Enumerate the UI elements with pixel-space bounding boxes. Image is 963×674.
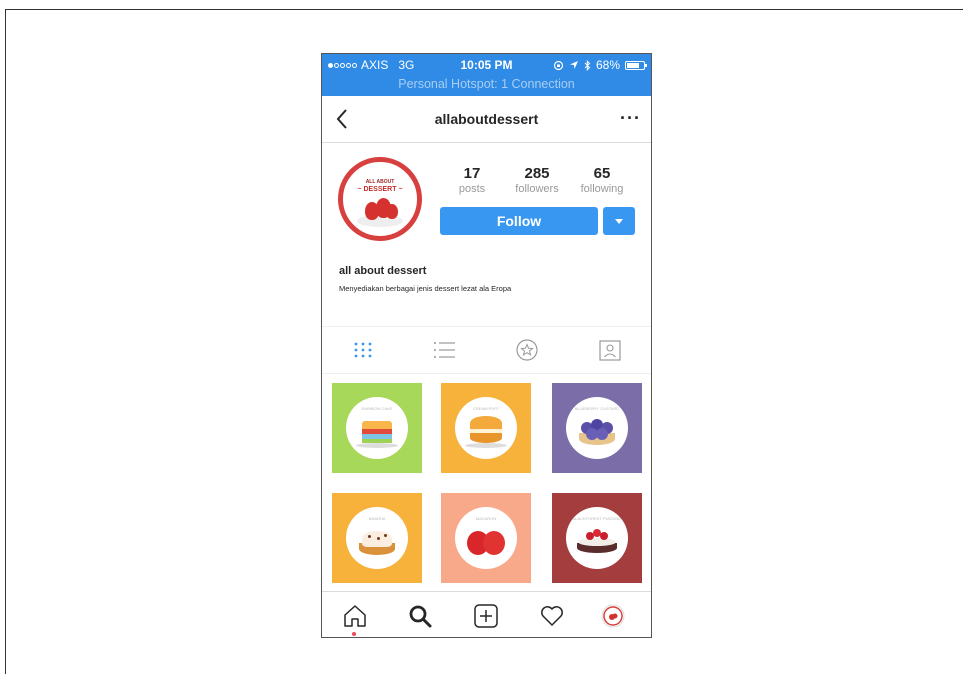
grid-icon[interactable] — [351, 339, 375, 361]
post-image: BAVARIA — [346, 507, 408, 569]
profile-stats: 17 posts 285 followers 65 following — [440, 165, 640, 195]
post-image: MACARON — [455, 507, 517, 569]
page-title: allaboutdessert — [434, 111, 539, 127]
post-caption: RAINBOW CAKE — [361, 406, 393, 411]
hotspot-banner[interactable]: Personal Hotspot: 1 Connection — [322, 77, 651, 91]
post-tile[interactable]: RAINBOW CAKE — [332, 383, 422, 473]
tagged-person-icon[interactable] — [598, 339, 622, 361]
search-icon[interactable] — [407, 603, 433, 629]
following-label: following — [580, 183, 624, 195]
stat-following[interactable]: 65 following — [567, 165, 637, 196]
profile-avatar[interactable]: ALL ABOUT ~ DESSERT ~ — [338, 157, 422, 241]
heart-icon[interactable] — [539, 603, 565, 629]
status-right: 68% — [553, 58, 647, 72]
followers-count: 285 — [524, 165, 550, 182]
stat-followers[interactable]: 285 followers — [502, 165, 572, 196]
profile-bio: Menyediakan berbagai jenis dessert lezat… — [339, 284, 512, 293]
post-tile[interactable]: MACARON — [441, 493, 531, 583]
strawberry-icon — [386, 204, 398, 219]
posts-grid: RAINBOW CAKE CREAM PUFF BLUEBERRY CUSTAR… — [322, 373, 651, 593]
post-caption: MACARON — [475, 516, 497, 521]
post-tile[interactable]: CREAM PUFF — [441, 383, 531, 473]
post-caption: BLUEBERRY CUSTARD — [574, 406, 620, 411]
post-caption: BLACKFOREST PUDDING — [572, 516, 622, 521]
avatar-icon[interactable] — [600, 603, 626, 629]
stat-posts[interactable]: 17 posts — [437, 165, 507, 196]
post-tile[interactable]: BAVARIA — [332, 493, 422, 583]
post-tile[interactable]: BLUEBERRY CUSTARD — [552, 383, 642, 473]
avatar-text-main: ~ DESSERT ~ — [357, 186, 403, 193]
follow-button[interactable]: Follow — [440, 207, 598, 235]
battery-percent: 68% — [595, 58, 620, 72]
post-image: RAINBOW CAKE — [346, 397, 408, 459]
status-bar: AXIS 3G 10:05 PM 68% Personal Hotspot: 1 — [322, 54, 651, 96]
post-caption: CREAM PUFF — [473, 406, 499, 411]
post-image: BLUEBERRY CUSTARD — [566, 397, 628, 459]
post-tile[interactable]: BLACKFOREST PUDDING — [552, 493, 642, 583]
bluetooth-icon — [584, 59, 591, 71]
posts-label: posts — [458, 183, 486, 195]
battery-icon — [625, 60, 647, 70]
rotation-lock-icon — [553, 60, 564, 70]
posts-count: 17 — [463, 165, 481, 182]
notification-dot — [352, 632, 356, 636]
post-caption: BAVARIA — [368, 516, 386, 521]
post-image: CREAM PUFF — [455, 397, 517, 459]
followers-label: followers — [515, 183, 559, 195]
phone-screen: AXIS 3G 10:05 PM 68% Personal Hotspot: 1 — [321, 53, 652, 638]
avatar-text-top: ALL ABOUT — [365, 179, 395, 185]
home-icon[interactable] — [342, 603, 368, 629]
profile-tabs — [322, 326, 651, 374]
plus-square-icon[interactable] — [473, 603, 499, 629]
star-circle-icon[interactable] — [515, 339, 539, 361]
post-image: BLACKFOREST PUDDING — [566, 507, 628, 569]
bottom-navigation — [322, 591, 651, 637]
list-icon[interactable] — [433, 339, 457, 361]
following-count: 65 — [593, 165, 611, 182]
profile-name: all about dessert — [339, 265, 427, 277]
location-icon — [569, 61, 578, 69]
profile-header: allaboutdessert ··· — [322, 96, 651, 143]
suggested-dropdown-button[interactable] — [603, 207, 635, 235]
more-options-button[interactable]: ··· — [620, 108, 641, 129]
